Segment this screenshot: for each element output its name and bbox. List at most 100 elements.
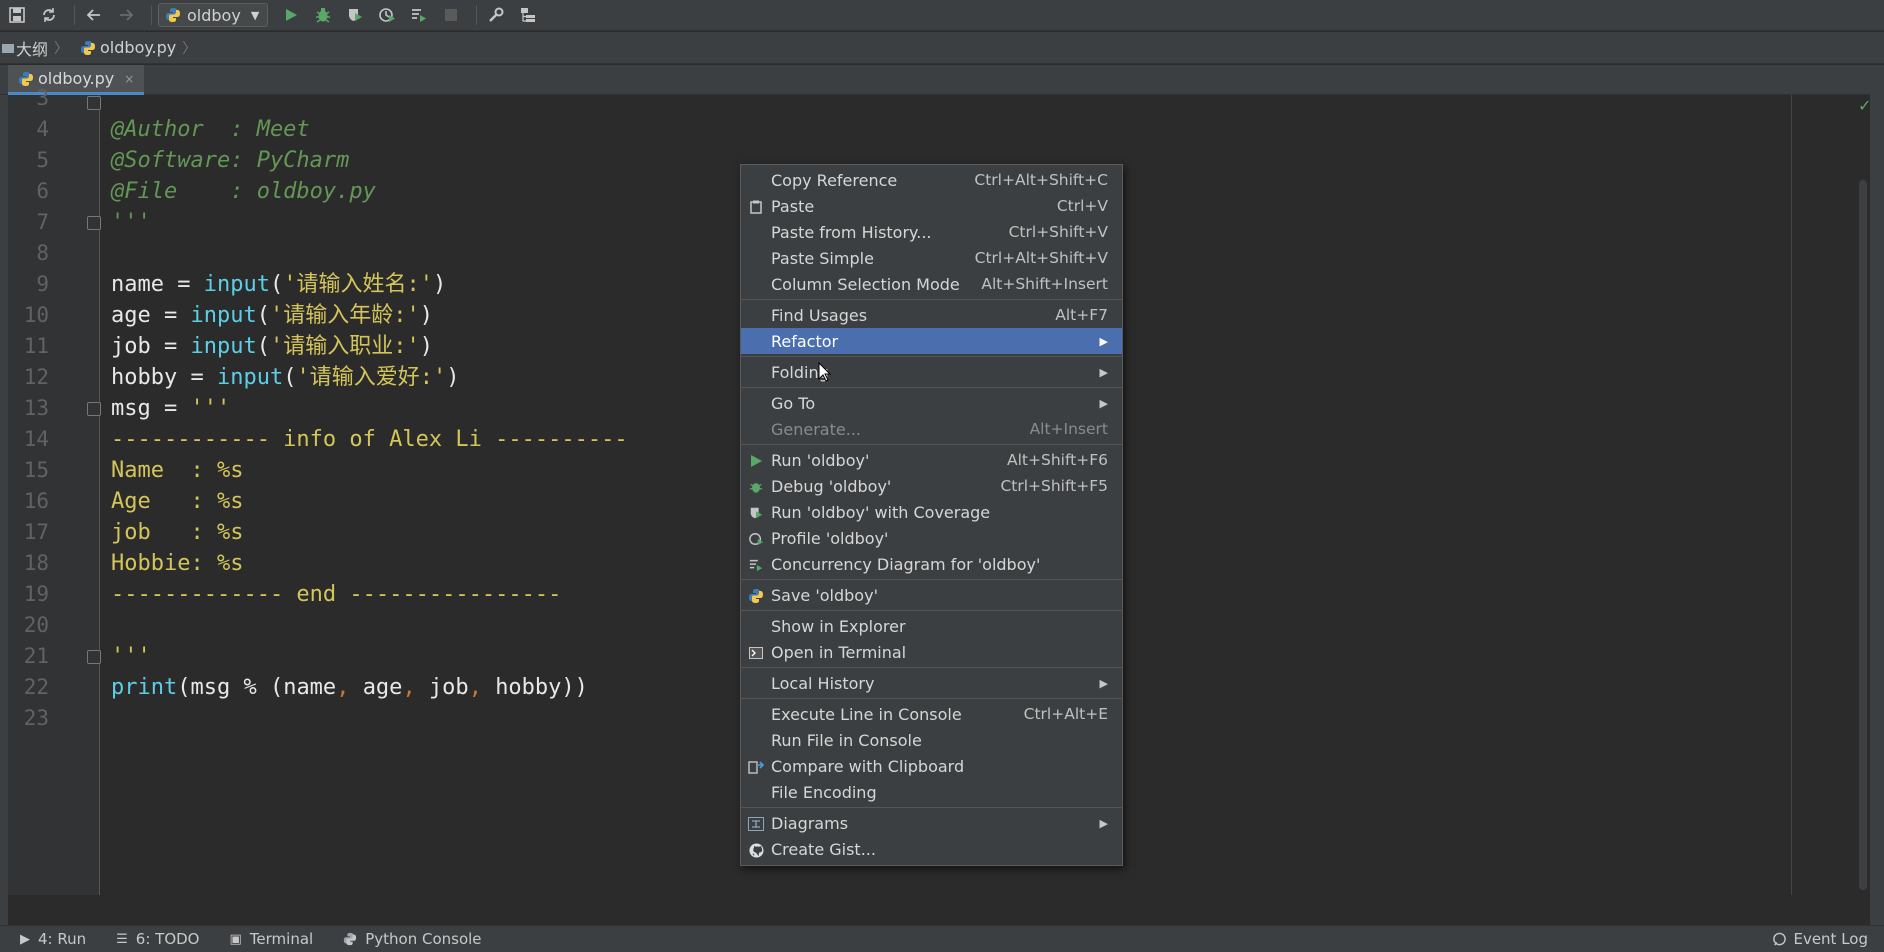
breadcrumb-file[interactable]: oldboy.py 〉: [80, 38, 208, 58]
sync-icon[interactable]: [36, 2, 62, 28]
run-configuration-select[interactable]: oldboy ▼: [158, 3, 269, 27]
menu-item-debug[interactable]: Debug 'oldboy' Ctrl+Shift+F5: [741, 473, 1122, 499]
menu-item-compare-with-clipboard[interactable]: Compare with Clipboard: [741, 753, 1122, 779]
menu-item-open-in-terminal[interactable]: Open in Terminal: [741, 639, 1122, 665]
right-margin-guide: [1791, 95, 1792, 895]
structure-icon[interactable]: [515, 2, 541, 28]
speech-bubble-icon: [1773, 932, 1787, 946]
coverage-icon[interactable]: [342, 2, 368, 28]
python-icon: [747, 587, 765, 605]
menu-item-folding[interactable]: Folding ▶: [741, 359, 1122, 385]
terminal-icon: ▣: [229, 931, 242, 947]
tool-window-bar: ▶ 4: Run ☰ 6: TODO ▣ Terminal Python Con…: [0, 925, 1884, 952]
tool-window-todo[interactable]: ☰ 6: TODO: [116, 930, 199, 948]
main-toolbar: oldboy ▼: [0, 0, 1884, 31]
back-icon[interactable]: [81, 2, 107, 28]
menu-item-column-selection-mode[interactable]: Column Selection Mode Alt+Shift+Insert: [741, 271, 1122, 297]
stop-icon[interactable]: [438, 2, 464, 28]
menu-item-paste-simple[interactable]: Paste Simple Ctrl+Alt+Shift+V: [741, 245, 1122, 271]
code-line: Age : %s: [111, 489, 244, 514]
compare-icon: [747, 758, 765, 776]
tool-window-python-console[interactable]: Python Console: [343, 930, 482, 948]
fold-marker-icon[interactable]: [87, 96, 101, 110]
menu-item-generate[interactable]: Generate... Alt+Insert: [741, 416, 1122, 442]
code-line: ''': [111, 95, 151, 111]
settings-wrench-icon[interactable]: [483, 2, 509, 28]
toolbar-separator: [151, 5, 152, 25]
navigation-bar: 大纲 〉 oldboy.py 〉: [0, 32, 1884, 64]
submenu-arrow-icon: ▶: [1099, 676, 1108, 690]
line-number: 18: [23, 551, 49, 575]
menu-item-paste[interactable]: Paste Ctrl+V: [741, 193, 1122, 219]
fold-marker-icon[interactable]: [87, 216, 101, 230]
scrollbar-thumb[interactable]: [1859, 180, 1867, 890]
fold-marker-icon[interactable]: [87, 402, 101, 416]
code-line: job = input('请输入职业:'): [111, 334, 433, 359]
breadcrumb-separator-icon: 〉: [182, 40, 197, 57]
menu-item-diagrams[interactable]: Diagrams ▶: [741, 810, 1122, 836]
submenu-arrow-icon: ▶: [1099, 816, 1108, 830]
line-number: 23: [23, 706, 49, 730]
tool-window-terminal[interactable]: ▣ Terminal: [230, 930, 314, 948]
menu-item-refactor[interactable]: Refactor ▶: [741, 328, 1122, 354]
menu-item-copy-reference[interactable]: Copy Reference Ctrl+Alt+Shift+C: [741, 167, 1122, 193]
menu-item-run[interactable]: Run 'oldboy' Alt+Shift+F6: [741, 447, 1122, 473]
line-number: 9: [36, 272, 49, 296]
menu-item-execute-line-in-console[interactable]: Execute Line in Console Ctrl+Alt+E: [741, 701, 1122, 727]
menu-separator: [741, 299, 1122, 300]
line-number: 22: [23, 675, 49, 699]
menu-separator: [741, 667, 1122, 668]
forward-icon[interactable]: [113, 2, 139, 28]
code-line: ''': [111, 210, 151, 235]
run-icon[interactable]: [278, 2, 304, 28]
tool-window-run[interactable]: ▶ 4: Run: [20, 930, 86, 948]
line-number: 17: [23, 520, 49, 544]
close-icon[interactable]: ×: [124, 72, 134, 86]
line-number: 12: [23, 365, 49, 389]
menu-item-profile[interactable]: Profile 'oldboy': [741, 525, 1122, 551]
list-icon: ☰: [116, 931, 128, 947]
tool-window-event-log[interactable]: Event Log: [1772, 930, 1868, 948]
menu-item-create-gist[interactable]: Create Gist...: [741, 836, 1122, 862]
code-line: msg = ''': [111, 396, 231, 421]
profile-icon[interactable]: [374, 2, 400, 28]
github-icon: [747, 841, 765, 859]
line-number: 7: [36, 210, 49, 234]
code-line: ''': [111, 644, 151, 669]
line-number: 5: [36, 148, 49, 172]
left-tool-strip: [0, 95, 8, 925]
menu-separator: [741, 698, 1122, 699]
code-line: ------------ info of Alex Li ----------: [111, 427, 628, 452]
tab-label: oldboy.py: [38, 69, 115, 88]
menu-item-find-usages[interactable]: Find Usages Alt+F7: [741, 302, 1122, 328]
menu-item-save-config[interactable]: Save 'oldboy': [741, 582, 1122, 608]
submenu-arrow-icon: ▶: [1099, 334, 1108, 348]
python-file-icon: [81, 40, 96, 55]
menu-item-go-to[interactable]: Go To ▶: [741, 390, 1122, 416]
breadcrumb-outline[interactable]: 大纲 〉: [0, 36, 80, 60]
code-line: name = input('请输入姓名:'): [111, 272, 447, 297]
editor-tab-bar: oldboy.py ×: [0, 65, 1884, 95]
menu-item-concurrency-diagram[interactable]: Concurrency Diagram for 'oldboy': [741, 551, 1122, 577]
debug-icon[interactable]: [310, 2, 336, 28]
clipboard-icon: [747, 198, 765, 216]
fold-marker-icon[interactable]: [87, 650, 101, 664]
line-number: 16: [23, 489, 49, 513]
concurrency-icon[interactable]: [406, 2, 432, 28]
menu-item-paste-from-history[interactable]: Paste from History... Ctrl+Shift+V: [741, 219, 1122, 245]
menu-item-run-with-coverage[interactable]: Run 'oldboy' with Coverage: [741, 499, 1122, 525]
menu-separator: [741, 444, 1122, 445]
diagram-icon: [747, 815, 765, 833]
menu-separator: [741, 579, 1122, 580]
code-line: age = input('请输入年龄:'): [111, 303, 433, 328]
editor-context-menu: Copy Reference Ctrl+Alt+Shift+C Paste Ctrl…: [740, 164, 1123, 866]
menu-item-file-encoding[interactable]: File Encoding: [741, 779, 1122, 805]
menu-item-run-file-in-console[interactable]: Run File in Console: [741, 727, 1122, 753]
submenu-arrow-icon: ▶: [1099, 365, 1108, 379]
save-icon[interactable]: [4, 2, 30, 28]
menu-item-local-history[interactable]: Local History ▶: [741, 670, 1122, 696]
menu-separator: [741, 356, 1122, 357]
chevron-down-icon: ▼: [250, 8, 260, 22]
menu-item-show-in-explorer[interactable]: Show in Explorer: [741, 613, 1122, 639]
coverage-icon: [747, 504, 765, 522]
